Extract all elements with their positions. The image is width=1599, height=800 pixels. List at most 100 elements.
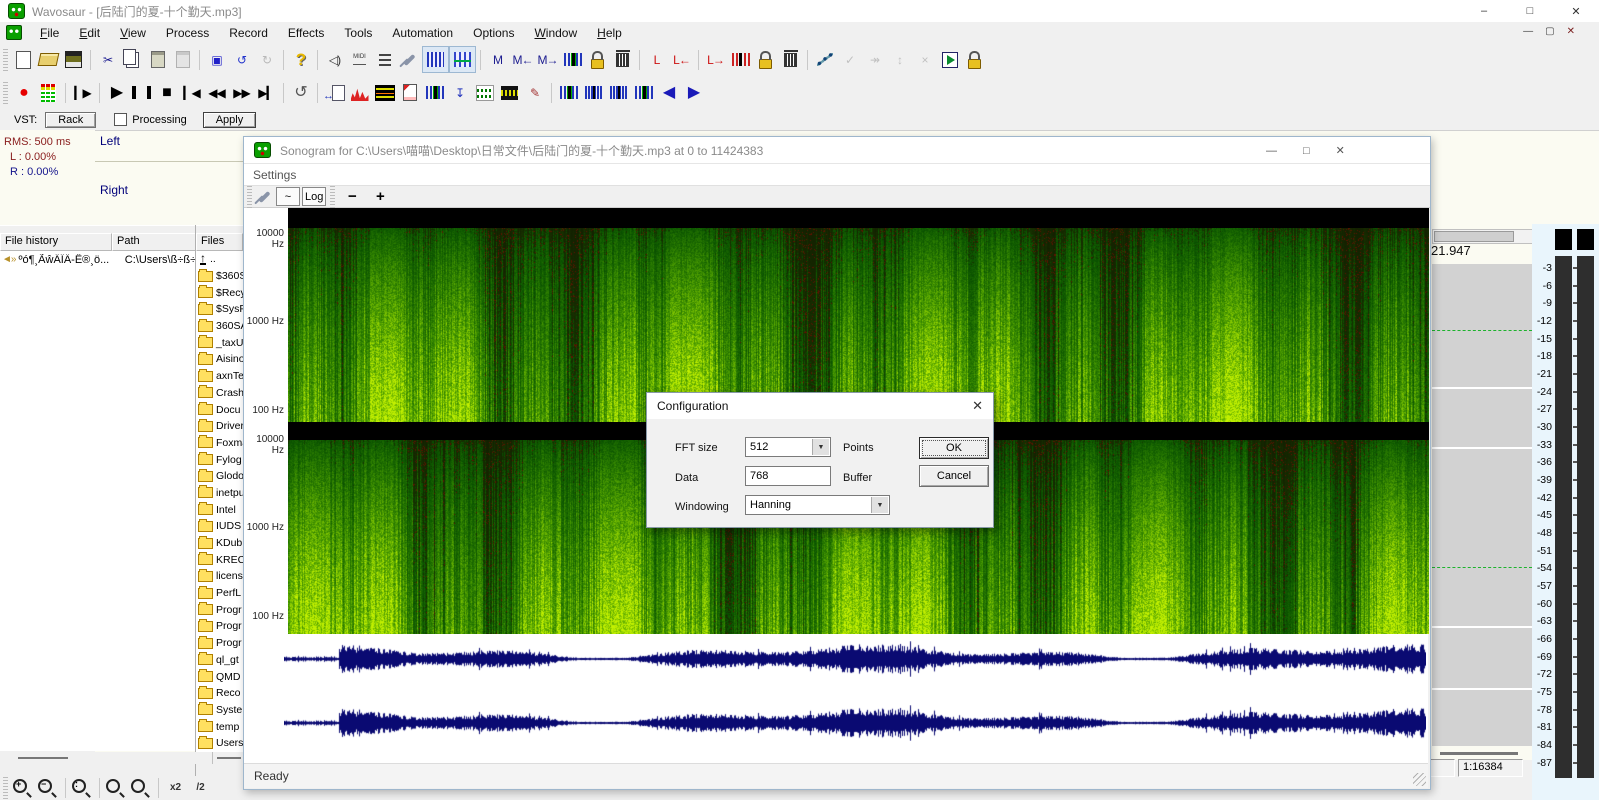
- settings-menu[interactable]: Settings: [253, 168, 296, 182]
- zoom-selection-button[interactable]: :: [70, 776, 95, 800]
- folder-item[interactable]: IUDS: [196, 518, 243, 535]
- sonogram-button[interactable]: [372, 80, 397, 105]
- loop-lock-button[interactable]: [753, 47, 778, 72]
- minimize-button[interactable]: –: [1461, 0, 1507, 22]
- folder-item[interactable]: $SysF: [196, 301, 243, 318]
- marker-delete-button[interactable]: [610, 47, 635, 72]
- record-button[interactable]: ●: [11, 80, 36, 105]
- processing-checkbox[interactable]: [114, 113, 127, 126]
- new-file-button[interactable]: [11, 47, 36, 72]
- files-scrollbar[interactable]: [213, 752, 243, 764]
- folder-item[interactable]: Progr: [196, 618, 243, 635]
- wrench-config-button[interactable]: [397, 47, 422, 72]
- open-file-button[interactable]: [36, 47, 61, 72]
- folder-item[interactable]: Crash: [196, 385, 243, 402]
- sonogram-minimize-button[interactable]: —: [1266, 145, 1277, 157]
- folder-item[interactable]: Glodo: [196, 468, 243, 485]
- folder-item[interactable]: PerfL: [196, 585, 243, 602]
- folder-item[interactable]: Users: [196, 735, 243, 752]
- up-directory-item[interactable]: ↑ ..: [196, 251, 243, 268]
- zoom-in-button[interactable]: +: [11, 776, 36, 800]
- folder-item[interactable]: Fylog: [196, 451, 243, 468]
- monitor-button[interactable]: [36, 80, 61, 105]
- folder-item[interactable]: Syste: [196, 702, 243, 719]
- folder-item[interactable]: temp: [196, 718, 243, 735]
- stop-button[interactable]: ■: [154, 80, 179, 105]
- resize-grip[interactable]: [1413, 773, 1426, 786]
- envelope-clear-button[interactable]: ×: [912, 47, 937, 72]
- forward-button[interactable]: ▶▶: [229, 80, 254, 105]
- folder-item[interactable]: Progr: [196, 601, 243, 618]
- vst-rack-button[interactable]: Rack: [45, 112, 96, 128]
- marker-next-button[interactable]: M→: [535, 47, 560, 72]
- mdi-restore-button[interactable]: ▢: [1545, 26, 1554, 37]
- chevron-down-icon[interactable]: ▼: [812, 439, 829, 455]
- play-button[interactable]: ▶: [104, 80, 129, 105]
- dialog-close-button[interactable]: ✕: [972, 398, 983, 414]
- path-header[interactable]: Path: [112, 233, 196, 251]
- menu-item[interactable]: Tools: [334, 24, 382, 42]
- menu-item[interactable]: File: [30, 24, 69, 42]
- menu-item[interactable]: Process: [156, 24, 219, 42]
- folder-item[interactable]: Foxma: [196, 435, 243, 452]
- resample-button[interactable]: [422, 80, 447, 105]
- envelope-button[interactable]: [812, 47, 837, 72]
- files-header[interactable]: Files: [196, 233, 243, 251]
- zoom-all-button[interactable]: [104, 776, 129, 800]
- mdi-close-button[interactable]: ✕: [1567, 26, 1575, 37]
- menu-item[interactable]: Window: [524, 24, 587, 42]
- options-list-button[interactable]: [372, 47, 397, 72]
- zoom-minus-button[interactable]: −: [339, 188, 365, 205]
- marker-wave-button[interactable]: [560, 47, 585, 72]
- mdi-minimize-button[interactable]: —: [1523, 26, 1533, 37]
- marker-lock-button[interactable]: [585, 47, 610, 72]
- envelope-play-button[interactable]: [937, 47, 962, 72]
- zoom-vertical-button[interactable]: [129, 776, 154, 800]
- ok-button[interactable]: OK: [919, 437, 989, 459]
- insert-silence-button[interactable]: [581, 80, 606, 105]
- spectrum-analysis-button[interactable]: [347, 80, 372, 105]
- folder-item[interactable]: _taxU: [196, 334, 243, 351]
- loop-playback-button[interactable]: ↺: [288, 80, 313, 105]
- sonogram-close-button[interactable]: ✕: [1336, 144, 1345, 157]
- data-input[interactable]: 768: [745, 466, 831, 486]
- folder-item[interactable]: Docu: [196, 401, 243, 418]
- folder-item[interactable]: $Recy: [196, 284, 243, 301]
- cut-button[interactable]: ✂: [95, 47, 120, 72]
- waveform-overlay-view-button[interactable]: [449, 46, 476, 73]
- save-button[interactable]: [61, 47, 86, 72]
- loop-wave-button[interactable]: [728, 47, 753, 72]
- folder-item[interactable]: Progr: [196, 635, 243, 652]
- rewind-button[interactable]: ◀◀: [204, 80, 229, 105]
- wave-scale-button[interactable]: ~: [276, 187, 300, 206]
- folder-item[interactable]: KREC: [196, 551, 243, 568]
- folder-item[interactable]: QMD: [196, 668, 243, 685]
- waveform-overview-right[interactable]: [284, 705, 1426, 741]
- sonogram-wrench-button[interactable]: [256, 188, 274, 205]
- statistics-button[interactable]: [472, 80, 497, 105]
- loop-prev-button[interactable]: L←: [669, 47, 694, 72]
- envelope-scale-button[interactable]: ↕: [887, 47, 912, 72]
- cancel-button[interactable]: Cancel: [919, 465, 989, 487]
- marker-prev-button[interactable]: M←: [510, 47, 535, 72]
- play-from-cursor-button[interactable]: ▎▶: [70, 80, 95, 105]
- menu-item[interactable]: Options: [463, 24, 524, 42]
- chevron-down-icon[interactable]: ▼: [871, 497, 888, 513]
- sonogram-title-bar[interactable]: Sonogram for C:\Users\喵喵\Desktop\日常文件\后陆…: [244, 137, 1430, 164]
- folder-item[interactable]: ql_gt: [196, 652, 243, 669]
- folder-item[interactable]: 360SA: [196, 318, 243, 335]
- folder-item[interactable]: inetpu: [196, 485, 243, 502]
- folder-item[interactable]: KDub: [196, 535, 243, 552]
- fade-in-button[interactable]: ◀: [656, 80, 681, 105]
- folder-item[interactable]: Reco: [196, 685, 243, 702]
- windowing-select[interactable]: Hanning ▼: [745, 495, 890, 515]
- bottom-scrollbar-thumb[interactable]: [1440, 752, 1518, 755]
- menu-item[interactable]: Help: [587, 24, 632, 42]
- split-button[interactable]: [631, 80, 656, 105]
- midi-config-button[interactable]: [347, 47, 372, 72]
- folder-item[interactable]: Intel: [196, 501, 243, 518]
- file-history-scrollbar[interactable]: [0, 752, 213, 764]
- loop-delete-button[interactable]: [778, 47, 803, 72]
- folder-item[interactable]: Aisino: [196, 351, 243, 368]
- zoom-out-button[interactable]: −: [36, 776, 61, 800]
